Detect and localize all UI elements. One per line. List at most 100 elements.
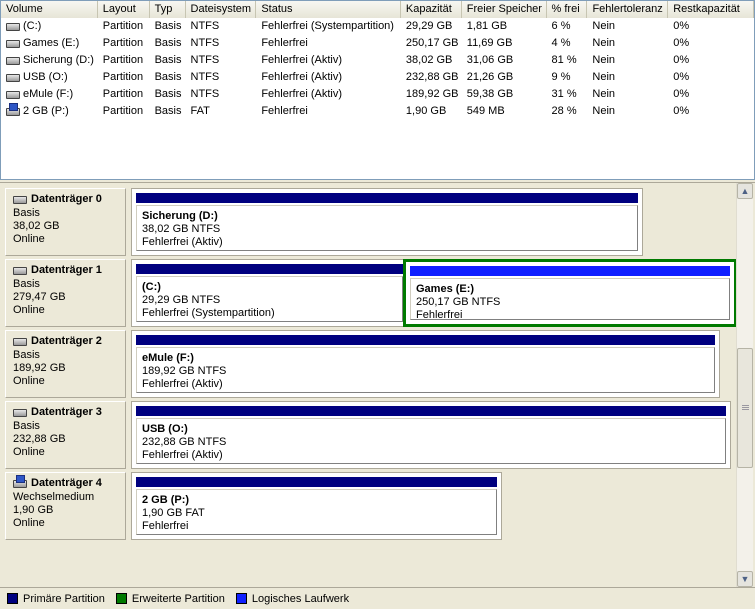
- partition-block[interactable]: USB (O:) 232,88 GB NTFS Fehlerfrei (Aktiv): [131, 401, 731, 469]
- filesystem-cell: NTFS: [190, 88, 220, 100]
- column-header-status[interactable]: Status: [256, 1, 401, 18]
- hard-drive-icon: [13, 337, 27, 346]
- partition-block[interactable]: Games (E:) 250,17 GB NTFS Fehlerfrei: [403, 259, 737, 327]
- scrollbar-thumb[interactable]: [737, 348, 753, 468]
- fault-tolerance-cell: Nein: [592, 20, 616, 32]
- partition-name: (C:): [142, 281, 161, 293]
- overhead-cell: 0%: [673, 20, 690, 32]
- status-cell: Fehlerfrei (Aktiv): [261, 88, 342, 100]
- partition-status: Fehlerfrei: [416, 309, 463, 320]
- type-cell: Basis: [154, 20, 182, 32]
- hard-drive-icon: [6, 56, 20, 65]
- disk-label[interactable]: Datenträger 4 Wechselmedium 1,90 GB Online: [5, 472, 126, 540]
- disk-label[interactable]: Datenträger 2 Basis 189,92 GB Online: [5, 330, 126, 398]
- disk-row: Datenträger 0 Basis 38,02 GB Online Sicherun…: [5, 188, 745, 256]
- legend-swatch: [235, 593, 247, 604]
- partition-info: Sicherung (D:) 38,02 GB NTFS Fehlerfrei (A…: [136, 205, 638, 251]
- legend-item: Erweiterte Partition: [115, 593, 225, 605]
- volume-row[interactable]: USB (O:) Partition Basis NTFS Fehlerfrei (Ak…: [1, 69, 754, 86]
- disk-label[interactable]: Datenträger 0 Basis 38,02 GB Online: [5, 188, 126, 256]
- legend-label: Primäre Partition: [23, 592, 105, 605]
- disk-kind: Basis: [13, 207, 40, 219]
- status-cell: Fehlerfrei (Aktiv): [261, 71, 342, 83]
- volume-list[interactable]: Volume Layout Typ Dateisystem Status Kap…: [0, 0, 755, 180]
- hard-drive-icon: [6, 39, 20, 48]
- capacity-cell: 38,02 GB: [405, 54, 453, 66]
- column-header-fault-tolerance[interactable]: Fehlertoleranz: [587, 1, 669, 18]
- column-header-free-space[interactable]: Freier Speicher: [461, 1, 547, 18]
- partition-block[interactable]: 2 GB (P:) 1,90 GB FAT Fehlerfrei: [131, 472, 502, 540]
- legend-item: Primäre Partition: [7, 593, 105, 605]
- vertical-scrollbar[interactable]: ▲ ▼: [736, 183, 753, 587]
- partition-status: Fehlerfrei (Systempartition): [142, 307, 275, 319]
- partition-status: Fehlerfrei (Aktiv): [142, 378, 223, 390]
- hard-drive-icon: [13, 266, 27, 275]
- volume-row[interactable]: (C:) Partition Basis NTFS Fehlerfrei (System…: [1, 18, 754, 35]
- hard-drive-icon: [6, 73, 20, 82]
- disk-state: Online: [13, 446, 45, 458]
- partition-info: eMule (F:) 189,92 GB NTFS Fehlerfrei (Akti…: [136, 347, 715, 393]
- primary-partition-bar: [136, 477, 497, 487]
- partition-info: Games (E:) 250,17 GB NTFS Fehlerfrei: [410, 278, 730, 320]
- percent-free-cell: 81 %: [551, 54, 577, 66]
- disk-label[interactable]: Datenträger 3 Basis 232,88 GB Online: [5, 401, 126, 469]
- thumb-grip: [742, 409, 749, 410]
- partition-size: 29,29 GB NTFS: [142, 294, 221, 306]
- volume-name-cell: USB (O:): [1, 69, 98, 86]
- filesystem-cell: NTFS: [190, 37, 220, 49]
- volume-row[interactable]: Games (E:) Partition Basis NTFS Fehlerfrei 25…: [1, 35, 754, 52]
- volume-name: (C:): [23, 20, 42, 32]
- type-cell: Basis: [154, 54, 182, 66]
- disk-title: Datenträger 2: [13, 335, 125, 348]
- status-cell: Fehlerfrei (Aktiv): [261, 54, 342, 66]
- thumb-grip: [742, 407, 749, 408]
- disk-row: Datenträger 2 Basis 189,92 GB Online eMule (…: [5, 330, 745, 398]
- column-header-volume[interactable]: Volume: [1, 1, 98, 18]
- disk-state: Online: [13, 233, 45, 245]
- partition-block[interactable]: Sicherung (D:) 38,02 GB NTFS Fehlerfrei (A…: [131, 188, 643, 256]
- fault-tolerance-cell: Nein: [592, 105, 616, 117]
- type-cell: Basis: [154, 88, 182, 100]
- disk-name: Datenträger 2: [31, 335, 102, 347]
- partition-block[interactable]: (C:) 29,29 GB NTFS Fehlerfrei (Systemparti…: [131, 259, 408, 327]
- type-cell: Basis: [154, 105, 182, 117]
- column-header-capacity[interactable]: Kapazität: [400, 1, 462, 18]
- volume-name-cell: (C:): [1, 18, 98, 35]
- disk-size: 189,92 GB: [13, 362, 66, 374]
- primary-partition-bar: [136, 406, 726, 416]
- scroll-down-arrow-icon[interactable]: ▼: [737, 571, 753, 587]
- partition-status: Fehlerfrei (Aktiv): [142, 236, 223, 248]
- volume-row[interactable]: Sicherung (D:) Partition Basis NTFS Fehlerfr…: [1, 52, 754, 69]
- capacity-cell: 189,92 GB: [405, 88, 459, 100]
- column-header-type[interactable]: Typ: [149, 1, 186, 18]
- disk-kind: Basis: [13, 278, 40, 290]
- percent-free-cell: 6 %: [551, 20, 571, 32]
- fault-tolerance-cell: Nein: [592, 71, 616, 83]
- disk-kind: Basis: [13, 420, 40, 432]
- capacity-cell: 250,17 GB: [405, 37, 459, 49]
- filesystem-cell: NTFS: [190, 71, 220, 83]
- partition-block[interactable]: eMule (F:) 189,92 GB NTFS Fehlerfrei (Akti…: [131, 330, 720, 398]
- free-space-cell: 549 MB: [466, 105, 505, 117]
- disk-graphical-view[interactable]: Datenträger 0 Basis 38,02 GB Online Sicherun…: [0, 182, 755, 587]
- disk-kind: Wechselmedium: [13, 491, 95, 503]
- volume-name: eMule (F:): [23, 88, 74, 100]
- column-header-percent-free[interactable]: % frei: [546, 1, 588, 18]
- disk-state: Online: [13, 517, 45, 529]
- percent-free-cell: 4 %: [551, 37, 571, 49]
- logical-drive-bar: [410, 266, 730, 276]
- free-space-cell: 21,26 GB: [466, 71, 514, 83]
- layout-cell: Partition: [102, 20, 144, 32]
- disk-label[interactable]: Datenträger 1 Basis 279,47 GB Online: [5, 259, 126, 327]
- column-header-filesystem[interactable]: Dateisystem: [185, 1, 257, 18]
- partition-name: Sicherung (D:): [142, 210, 218, 222]
- column-header-overhead[interactable]: Restkapazität: [668, 1, 754, 18]
- fault-tolerance-cell: Nein: [592, 88, 616, 100]
- column-header-layout[interactable]: Layout: [97, 1, 150, 18]
- partition-size: 250,17 GB NTFS: [416, 296, 501, 308]
- disk-row: Datenträger 1 Basis 279,47 GB Online (C:) 29,…: [5, 259, 745, 327]
- volume-row[interactable]: eMule (F:) Partition Basis NTFS Fehlerfrei (…: [1, 86, 754, 103]
- volume-row[interactable]: 2 GB (P:) Partition Basis FAT Fehlerfrei 1,90…: [1, 103, 754, 120]
- scroll-up-arrow-icon[interactable]: ▲: [737, 183, 753, 199]
- partition-size: 1,90 GB FAT: [142, 507, 205, 519]
